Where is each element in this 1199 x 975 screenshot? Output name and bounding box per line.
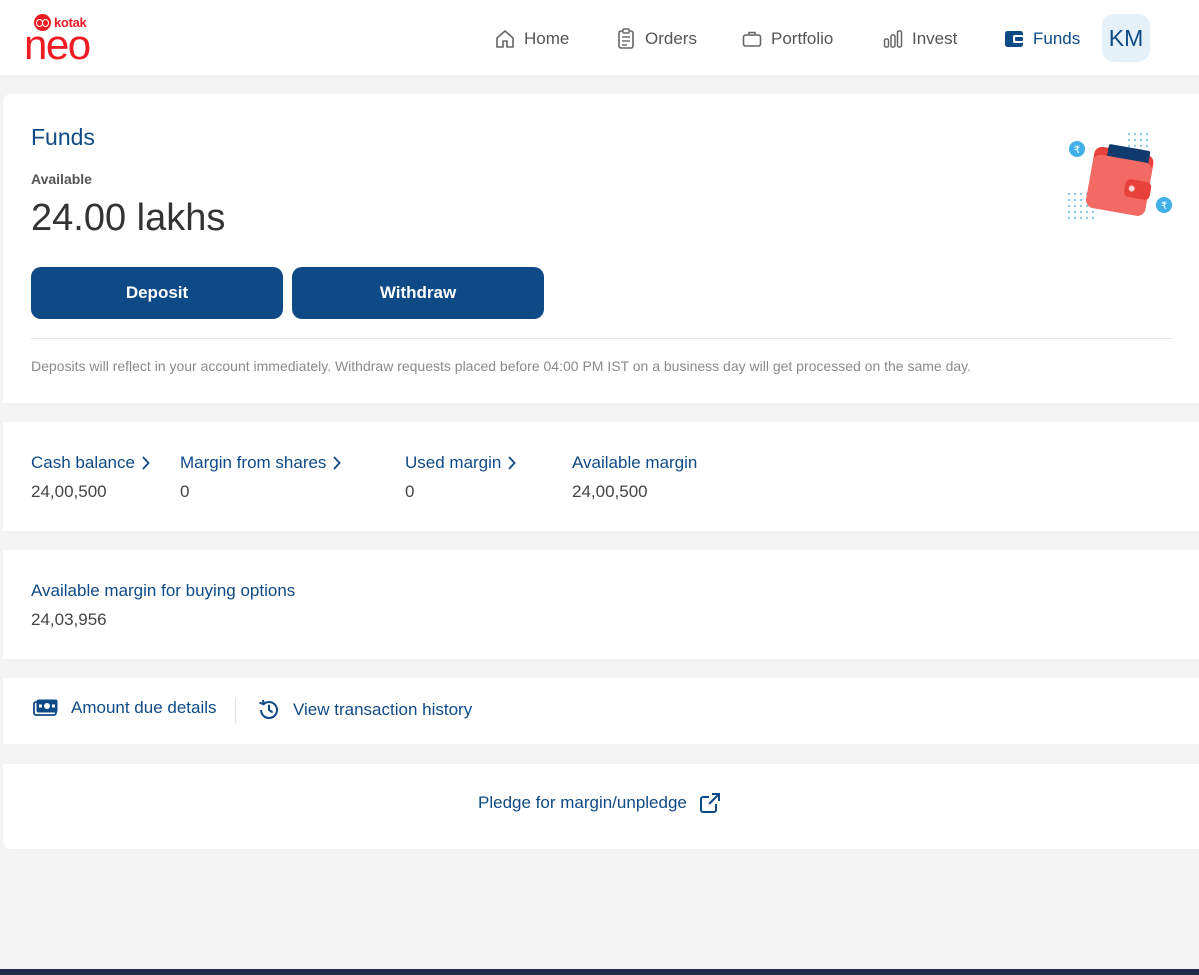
chevron-right-icon: [333, 456, 342, 470]
kotak-neo-logo[interactable]: kotak neo: [24, 14, 104, 66]
pledge-label: Pledge for margin/unpledge: [478, 793, 687, 812]
margin-from-shares-label: Margin from shares: [180, 453, 327, 472]
nav-orders[interactable]: Orders: [615, 24, 697, 54]
pledge-link[interactable]: Pledge for margin/unpledge: [478, 792, 721, 814]
available-margin-value: 24,00,500: [572, 482, 648, 501]
available-margin-stat: Available margin 24,00,500: [572, 453, 697, 502]
available-label: Available: [31, 171, 92, 187]
svg-text:₹: ₹: [1074, 145, 1080, 156]
link-divider: [235, 698, 236, 724]
pledge-card: Pledge for margin/unpledge: [3, 764, 1199, 849]
nav-home[interactable]: Home: [494, 24, 569, 54]
nav-orders-label: Orders: [645, 29, 697, 48]
wallet-icon: [1003, 28, 1025, 50]
chevron-right-icon: [142, 456, 150, 470]
available-amount: 24.00 lakhs: [31, 197, 226, 239]
page-title: Funds: [31, 124, 95, 150]
svg-text:₹: ₹: [1161, 201, 1167, 212]
clipboard-icon: [615, 28, 637, 50]
transaction-history-link[interactable]: View transaction history: [257, 698, 472, 722]
amount-due-label: Amount due details: [71, 698, 217, 717]
user-avatar[interactable]: KM: [1102, 14, 1150, 62]
nav-invest-label: Invest: [912, 29, 958, 48]
chevron-right-icon: [508, 456, 517, 470]
nav-invest[interactable]: Invest: [882, 24, 957, 54]
top-header: kotak neo Home Orders Portfolio Invest F…: [0, 0, 1199, 75]
home-icon: [494, 28, 516, 50]
nav-portfolio[interactable]: Portfolio: [741, 24, 833, 54]
divider: [31, 338, 1173, 339]
amount-due-link[interactable]: Amount due details: [33, 698, 217, 718]
options-margin-label: Available margin for buying options: [31, 581, 296, 600]
withdraw-button[interactable]: Withdraw: [292, 267, 544, 319]
links-card: Amount due details View transaction hist…: [3, 678, 1199, 744]
options-margin-card: Available margin for buying options 24,0…: [3, 550, 1199, 659]
cash-balance-label: Cash balance: [31, 453, 135, 472]
balances-card: Cash balance 24,00,500 Margin from share…: [3, 422, 1199, 531]
bar-chart-icon: [882, 28, 904, 50]
nav-home-label: Home: [524, 29, 570, 48]
nav-funds-label: Funds: [1033, 29, 1081, 48]
bottom-edge: [0, 969, 1199, 975]
cash-balance-stat[interactable]: Cash balance 24,00,500: [31, 453, 150, 502]
transaction-history-label: View transaction history: [293, 700, 473, 719]
brand-main-word: neo: [24, 21, 91, 68]
options-margin-value: 24,03,956: [31, 610, 107, 629]
margin-from-shares-stat[interactable]: Margin from shares 0: [180, 453, 342, 502]
margin-from-shares-value: 0: [180, 482, 190, 501]
nav-funds[interactable]: Funds: [1003, 24, 1080, 54]
funds-card: Funds Available 24.00 lakhs Deposit With…: [3, 94, 1199, 403]
options-margin-stat: Available margin for buying options 24,0…: [31, 581, 295, 630]
used-margin-value: 0: [405, 482, 415, 501]
external-link-icon: [699, 793, 720, 813]
used-margin-label: Used margin: [405, 453, 502, 472]
briefcase-icon: [741, 28, 763, 50]
deposit-button[interactable]: Deposit: [31, 267, 283, 319]
nav-portfolio-label: Portfolio: [771, 29, 834, 48]
used-margin-stat[interactable]: Used margin 0: [405, 453, 517, 502]
cash-balance-value: 24,00,500: [31, 482, 107, 501]
cash-icon: [33, 699, 58, 716]
history-icon: [259, 699, 278, 719]
wallet-illustration-icon: ₹ ₹: [1063, 132, 1178, 227]
processing-note: Deposits will reflect in your account im…: [31, 358, 972, 374]
available-margin-label: Available margin: [572, 453, 698, 472]
